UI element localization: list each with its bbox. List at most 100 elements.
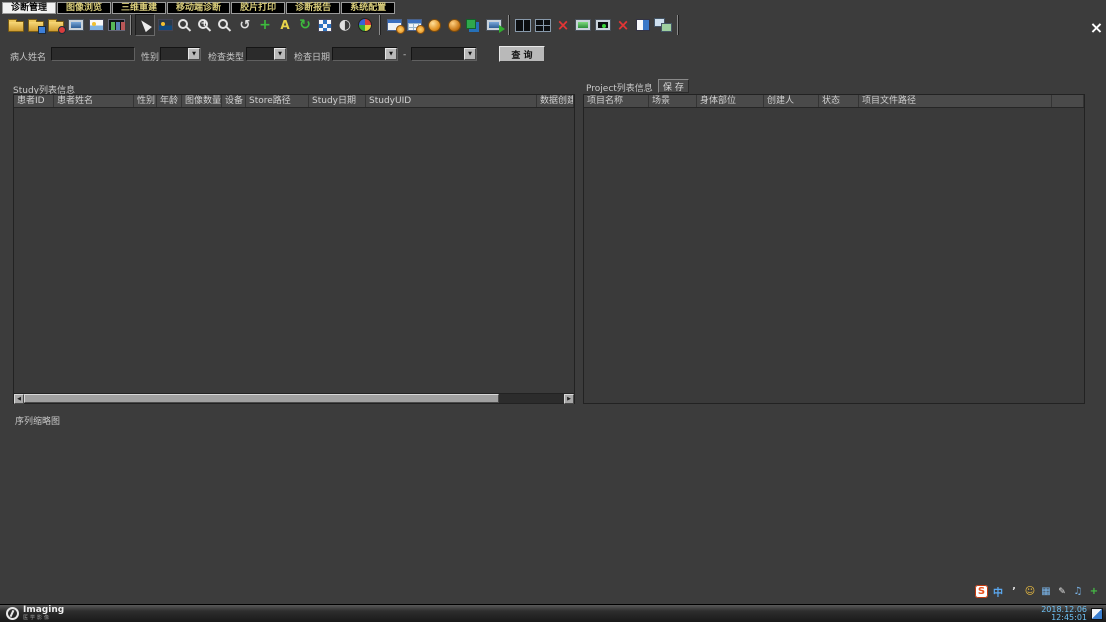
- filmstrip-icon[interactable]: [106, 14, 126, 36]
- mosaic-layout-icon[interactable]: [315, 14, 335, 36]
- zoom-tool-icon[interactable]: [175, 14, 195, 36]
- export-display-icon[interactable]: [484, 14, 504, 36]
- input-mode-icon[interactable]: 中: [992, 585, 1004, 598]
- voice-icon[interactable]: ♫: [1072, 585, 1084, 598]
- col-study-uid[interactable]: StudyUID: [366, 95, 537, 107]
- taskbar-clock: 2018.12.06 12:45:01: [1041, 606, 1087, 622]
- refresh-icon[interactable]: ↻: [295, 14, 315, 36]
- close-icon[interactable]: ×: [1089, 21, 1104, 36]
- col-age[interactable]: 年龄: [157, 95, 182, 107]
- col-study-date[interactable]: Study日期: [309, 95, 366, 107]
- toolbar-separator: [677, 15, 678, 35]
- col-creator[interactable]: 创建人: [764, 95, 819, 107]
- ime-bar: S 中 ’ ☺ ▦ ✎ ♫ +: [975, 585, 1100, 598]
- col-gender[interactable]: 性别: [134, 95, 157, 107]
- pseudo-color-icon[interactable]: [355, 14, 375, 36]
- rotate-tool-icon[interactable]: ↺: [235, 14, 255, 36]
- chevron-down-icon[interactable]: ▼: [274, 48, 286, 60]
- patient-name-input[interactable]: [51, 47, 135, 61]
- scroll-left-icon[interactable]: ◀: [14, 394, 24, 404]
- coin-icon[interactable]: [444, 14, 464, 36]
- import-study-folder-icon[interactable]: [46, 14, 66, 36]
- exam-type-select[interactable]: ▼: [246, 47, 287, 61]
- series-stack-icon[interactable]: [464, 14, 484, 36]
- col-status[interactable]: 状态: [819, 95, 859, 107]
- emoji-icon[interactable]: ☺: [1024, 585, 1036, 598]
- col-project-name[interactable]: 项目名称: [584, 95, 649, 107]
- toolbar: + ↺ + A ↻ ◐ × ×: [6, 13, 682, 37]
- query-button[interactable]: 查 询: [499, 46, 545, 62]
- exam-type-label: 检查类型: [208, 50, 244, 63]
- gender-select[interactable]: ▼: [160, 47, 201, 61]
- toolbar-separator: [130, 15, 131, 35]
- col-device[interactable]: 设备: [222, 95, 246, 107]
- layout-two-pane-icon[interactable]: [513, 14, 533, 36]
- col-empty: [1052, 95, 1084, 107]
- scroll-track[interactable]: [24, 394, 564, 404]
- col-image-count[interactable]: 图像数量: [182, 95, 222, 107]
- monitor-active-icon[interactable]: [573, 14, 593, 36]
- imaging-logo-icon: [6, 607, 19, 620]
- scroll-right-icon[interactable]: ▶: [564, 394, 574, 404]
- close-study-icon[interactable]: ×: [613, 14, 633, 36]
- exam-date-label: 检查日期: [294, 50, 330, 63]
- chevron-down-icon[interactable]: ▼: [385, 48, 397, 60]
- gender-label: 性别: [141, 50, 159, 63]
- exam-date-to-select[interactable]: ▼: [411, 47, 477, 61]
- window-level-icon[interactable]: ◐: [335, 14, 355, 36]
- pan-tool-icon[interactable]: +: [255, 14, 275, 36]
- handwriting-icon[interactable]: ✎: [1056, 585, 1068, 598]
- chevron-down-icon[interactable]: ▼: [188, 48, 200, 60]
- zoom-in-tool-icon[interactable]: +: [195, 14, 215, 36]
- date-range-separator: -: [403, 50, 406, 60]
- close-series-icon[interactable]: ×: [553, 14, 573, 36]
- taskbar: Imaging 医学影像 2018.12.06 12:45:01: [0, 604, 1106, 622]
- study-table-header: 患者ID 患者姓名 性别 年龄 图像数量 设备 Store路径 Study日期 …: [14, 95, 574, 108]
- toolbar-separator: [379, 15, 380, 35]
- punctuation-icon[interactable]: ’: [1008, 585, 1020, 598]
- pointer-tool-icon[interactable]: [135, 14, 155, 36]
- image-browse-icon[interactable]: [86, 14, 106, 36]
- save-button[interactable]: 保 存: [658, 79, 689, 93]
- chevron-down-icon[interactable]: ▼: [464, 48, 476, 60]
- toolbox-icon[interactable]: +: [1088, 585, 1100, 598]
- keyboard-icon[interactable]: ▦: [1040, 585, 1052, 598]
- brand-subtitle: 医学影像: [23, 616, 64, 621]
- save-study-folder-icon[interactable]: [26, 14, 46, 36]
- col-project-file-path[interactable]: 项目文件路径: [859, 95, 1052, 107]
- project-table: 项目名称 场景 身体部位 创建人 状态 项目文件路径: [583, 94, 1085, 404]
- project-panel-title: Project列表信息: [586, 81, 653, 94]
- app-window: 诊断管理 图像浏览 三维重建 移动端诊断 胶片打印 诊断报告 系统配置 × + …: [0, 0, 1106, 622]
- project-table-header: 项目名称 场景 身体部位 创建人 状态 项目文件路径: [584, 95, 1084, 108]
- language-indicator-icon[interactable]: [1091, 608, 1103, 620]
- network-icon[interactable]: [653, 14, 673, 36]
- study-table-body[interactable]: [14, 108, 574, 392]
- col-scene[interactable]: 场景: [649, 95, 697, 107]
- brand-name: Imaging: [23, 606, 64, 615]
- col-store-path[interactable]: Store路径: [246, 95, 309, 107]
- layout-grid-icon[interactable]: [533, 14, 553, 36]
- zoom-roam-tool-icon[interactable]: [215, 14, 235, 36]
- scroll-thumb[interactable]: [24, 394, 499, 403]
- project-table-body[interactable]: [584, 108, 1084, 403]
- col-patient-name[interactable]: 患者姓名: [54, 95, 134, 107]
- col-body-part[interactable]: 身体部位: [697, 95, 764, 107]
- monitor-record-icon[interactable]: [593, 14, 613, 36]
- thumbnail-area: [13, 425, 1085, 602]
- taskbar-time: 12:45:01: [1041, 614, 1087, 622]
- annotation-tool-icon[interactable]: A: [275, 14, 295, 36]
- col-data-created[interactable]: 数据创建: [537, 95, 574, 107]
- col-patient-id[interactable]: 患者ID: [14, 95, 54, 107]
- study-hscrollbar[interactable]: ◀ ▶: [14, 393, 574, 403]
- clock-coin-icon[interactable]: [424, 14, 444, 36]
- grid-history-icon[interactable]: [404, 14, 424, 36]
- window-history-icon[interactable]: [384, 14, 404, 36]
- side-panel-icon[interactable]: [633, 14, 653, 36]
- study-table: 患者ID 患者姓名 性别 年龄 图像数量 设备 Store路径 Study日期 …: [13, 94, 575, 404]
- brand-logo: Imaging 医学影像: [6, 606, 64, 621]
- exam-date-from-select[interactable]: ▼: [332, 47, 398, 61]
- open-folder-icon[interactable]: [6, 14, 26, 36]
- sogou-icon[interactable]: S: [975, 585, 988, 598]
- image-preview-icon[interactable]: [155, 14, 175, 36]
- display-monitor-icon[interactable]: [66, 14, 86, 36]
